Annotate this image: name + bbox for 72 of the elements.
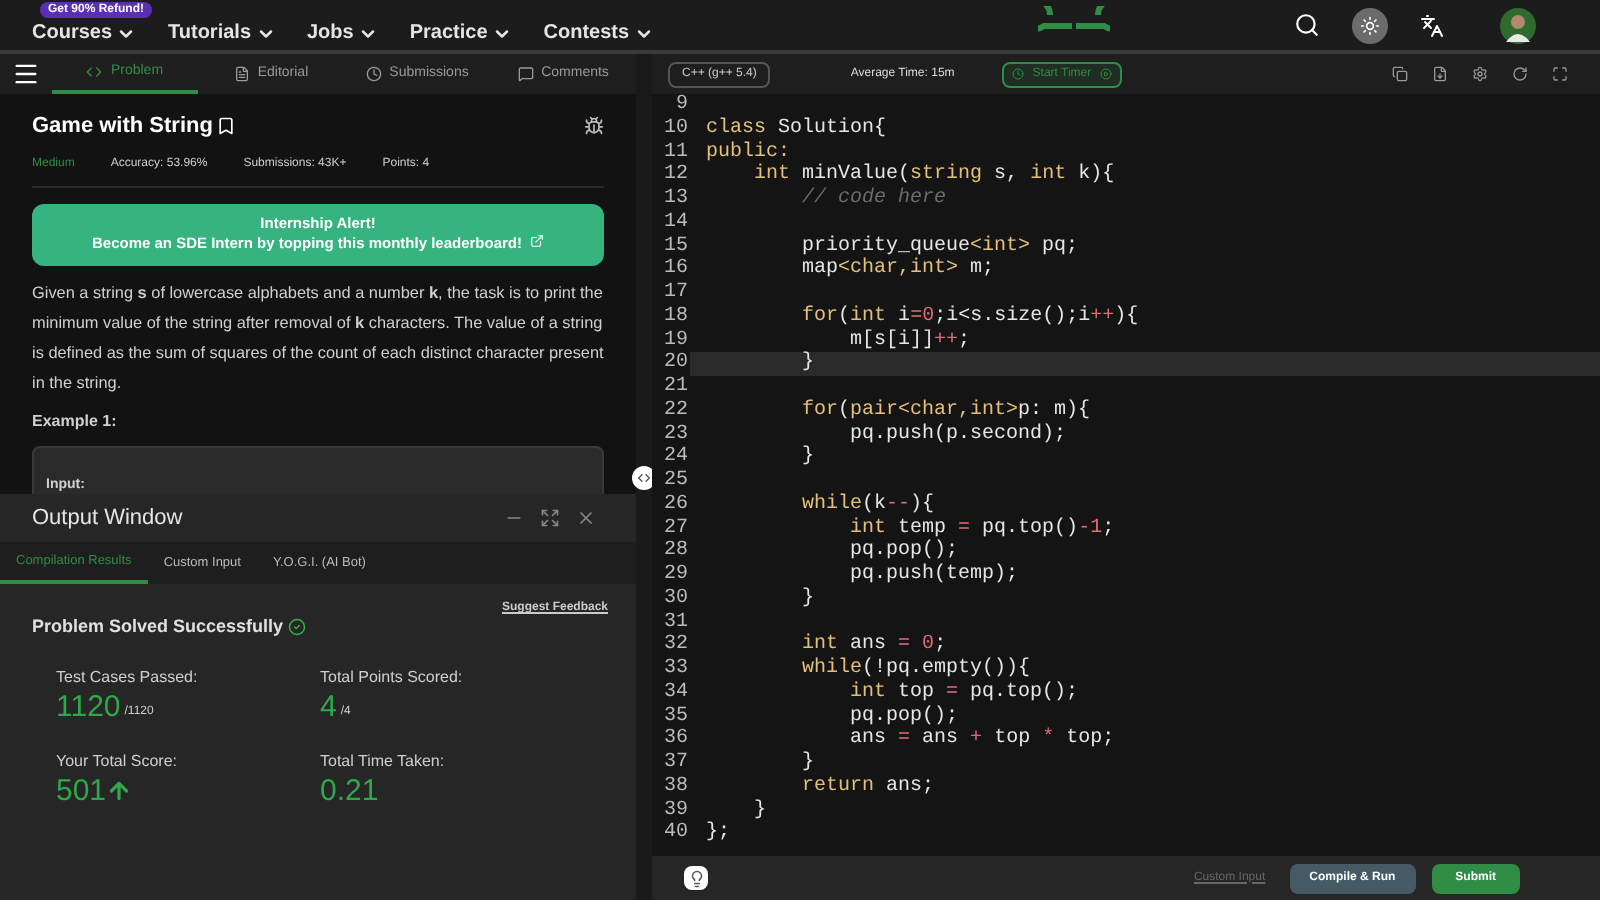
output-window-title: Output Window (32, 503, 185, 534)
nav-menu[interactable]: Jobs (307, 18, 378, 48)
status-text: Problem Solved Successfully (32, 614, 284, 640)
code-line: priority_queue<int> pq; (800, 235, 1079, 257)
code-line: // code here (800, 188, 947, 212)
code-line: } (800, 352, 815, 376)
example-heading: Example 1: (32, 409, 119, 433)
code-line: public: (706, 141, 791, 163)
stat-value: 0.21 (320, 773, 379, 809)
translate-icon[interactable] (1420, 13, 1444, 37)
code-line: m[s[i]]++; (848, 329, 971, 353)
clock-icon (1012, 68, 1025, 80)
code-line: pq.push(temp); (848, 564, 1019, 588)
code-line: while(k--){ (800, 493, 935, 517)
splitter[interactable] (636, 54, 652, 900)
stat-label: Your Total Score: (56, 749, 179, 773)
code-line: pq.pop(); (848, 705, 959, 729)
code-line: map<char,int> m; (800, 258, 995, 282)
fullscreen-icon[interactable] (1552, 66, 1568, 82)
code-line: } (800, 587, 815, 611)
document-icon (233, 66, 250, 82)
code-line: class Solution{ (706, 117, 887, 141)
code-line: ans = ans + top * top; (848, 728, 1115, 752)
problem-description: Given a string s of lowercase alphabets and a number k, the task is to print the minimum value of the string after removal of k characters. The value of a string is defined as the sum of squares of the count of each distinct character present in the string. (32, 281, 604, 396)
nav-menu[interactable]: Courses (32, 18, 137, 48)
code-line: return ans; (800, 775, 935, 799)
sun-icon (1360, 15, 1380, 35)
code-line: for(int i=0;i<s.size();i++){ (800, 305, 1139, 329)
chat-bubble-icon (517, 66, 534, 82)
code-line: int ans = 0; (800, 634, 947, 657)
external-link-icon (530, 234, 545, 248)
stat-value: 1120 (56, 689, 121, 725)
drag-handle-icon[interactable] (636, 469, 652, 485)
stat-label: Total Time Taken: (320, 749, 447, 773)
code-line: int temp = pq.top()-1; (848, 517, 1115, 539)
up-arrow-icon (106, 777, 133, 803)
play-icon (1099, 68, 1112, 80)
code-line: } (800, 752, 815, 776)
code-line: for(pair<char,int>p: m){ (800, 399, 1091, 423)
close-icon[interactable] (576, 508, 596, 528)
code-line: int minValue(string s, int k){ (752, 164, 1115, 187)
stat-value: 501 (56, 773, 107, 809)
code-line: pq.push(p.second); (848, 423, 1067, 447)
stat-value: 4 (320, 689, 337, 725)
search-icon[interactable] (1294, 12, 1320, 38)
code-line: }; (706, 822, 731, 846)
hint-button[interactable] (684, 866, 708, 890)
bug-report-icon[interactable] (584, 116, 604, 137)
stat-label: Test Cases Passed: (56, 665, 200, 689)
settings-icon[interactable] (1472, 66, 1488, 82)
code-line: while(!pq.empty()){ (800, 658, 1031, 681)
code-line: } (800, 446, 815, 470)
expand-icon[interactable] (540, 508, 560, 528)
reset-icon[interactable] (1512, 66, 1528, 82)
code-line: pq.pop(); (848, 540, 959, 563)
bookmark-icon[interactable] (216, 116, 237, 137)
avatar[interactable] (1500, 7, 1536, 43)
nav-menu[interactable]: Contests (543, 18, 654, 48)
code-line: int top = pq.top(); (848, 681, 1079, 705)
file-icon[interactable] (1432, 66, 1448, 82)
code-icon (86, 64, 103, 80)
nav-menu[interactable]: Tutorials (168, 18, 275, 48)
clock-icon (365, 66, 382, 82)
code-line: } (752, 799, 767, 823)
menu-icon[interactable] (12, 60, 40, 88)
check-icon (287, 618, 306, 637)
nav-menu[interactable]: Practice (409, 18, 512, 48)
line-number: 20 (652, 352, 690, 376)
stat-label: Total Points Scored: (320, 665, 465, 689)
problem-title: Game with String (32, 112, 213, 142)
copy-icon[interactable] (1392, 66, 1408, 82)
theme-toggle[interactable] (1352, 7, 1388, 43)
